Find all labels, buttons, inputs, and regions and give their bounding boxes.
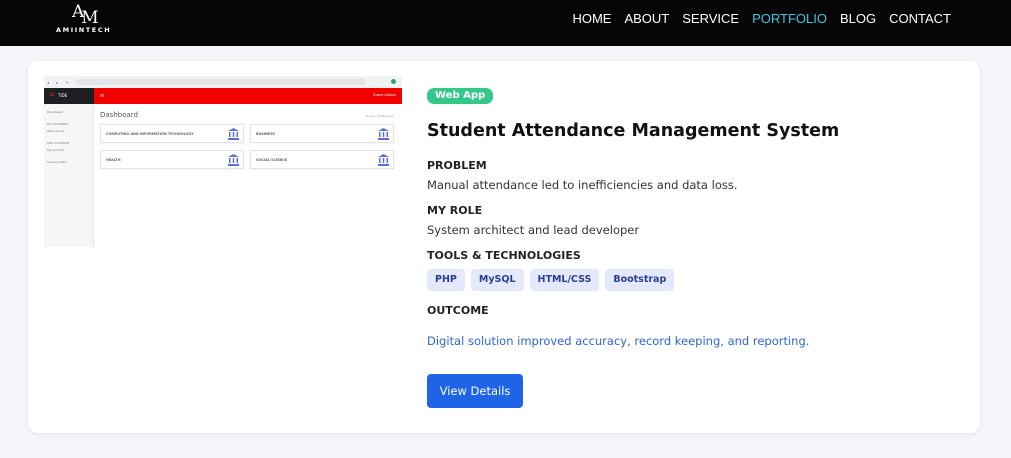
- mini-page-title: Dashboard: [100, 111, 138, 119]
- tools-heading: TOOLS & TECHNOLOGIES: [427, 249, 581, 262]
- mini-tile: COMPUTING AND INFORMATION TECHNOLOGY: [100, 124, 244, 143]
- mini-nav-item: Classes Data: [47, 160, 67, 164]
- logo[interactable]: AM AMIINTECH: [56, 2, 118, 36]
- navbar: AM AMIINTECH HOME ABOUT SERVICE PORTFOLI…: [0, 0, 1011, 46]
- problem-text: Manual attendance led to inefficiencies …: [427, 178, 738, 192]
- role-heading: MY ROLE: [427, 204, 483, 217]
- tech-tags: PHP MySQL HTML/CSS Bootstrap: [427, 269, 675, 291]
- problem-heading: PROBLEM: [427, 159, 487, 172]
- mini-tile-label: COMPUTING AND INFORMATION TECHNOLOGY: [106, 132, 194, 136]
- mini-user: Grace Allison: [373, 93, 396, 97]
- browser-url-bar: [76, 79, 366, 85]
- mini-brand: ⌂ TIDE: [44, 88, 94, 104]
- tech-tag: HTML/CSS: [529, 269, 600, 291]
- bank-icon: [228, 154, 239, 166]
- mini-tile: SOCIAL SCIENCE: [250, 150, 394, 169]
- mini-tile-label: SOCIAL SCIENCE: [256, 158, 288, 162]
- view-details-button[interactable]: View Details: [427, 374, 523, 408]
- mini-breadcrumb: Home / Dashboard: [365, 114, 394, 118]
- outcome-heading: OUTCOME: [427, 304, 489, 317]
- tech-tag: Bootstrap: [605, 269, 675, 291]
- mini-tile: HEALTH: [100, 150, 244, 169]
- mini-nav-item: Dashboard: [47, 110, 64, 114]
- home-icon: ⌂: [50, 90, 55, 98]
- outcome-text: Digital solution improved accuracy, reco…: [427, 334, 810, 348]
- browser-nav-icons: ◂ ▸ ↻: [47, 80, 72, 85]
- nav-about[interactable]: ABOUT: [624, 11, 669, 26]
- nav-contact[interactable]: CONTACT: [889, 11, 951, 26]
- project-screenshot[interactable]: ◂ ▸ ↻ ⌂ TIDE Dashboard MY STUDENTS Atten…: [44, 76, 402, 247]
- main-nav: HOME ABOUT SERVICE PORTFOLIO BLOG CONTAC…: [572, 11, 951, 26]
- mini-nav-item: MY STUDENTS: [47, 122, 69, 126]
- mini-tile: BUSINESS: [250, 124, 394, 143]
- nav-blog[interactable]: BLOG: [840, 11, 876, 26]
- mini-tile-label: BUSINESS: [256, 132, 275, 136]
- logo-text: AMIINTECH: [56, 26, 112, 34]
- logo-mark: AM: [72, 2, 99, 28]
- tech-tag: MySQL: [470, 269, 524, 291]
- bank-icon: [228, 128, 239, 140]
- project-title: Student Attendance Management System: [427, 121, 840, 141]
- mini-topbar: ≡ Grace Allison: [94, 88, 402, 104]
- mini-nav-item: My Account: [47, 148, 65, 152]
- category-badge: Web App: [427, 88, 494, 104]
- role-text: System architect and lead developer: [427, 223, 640, 237]
- nav-service[interactable]: SERVICE: [682, 11, 739, 26]
- tech-tag: PHP: [427, 269, 465, 291]
- bank-icon: [378, 154, 389, 166]
- bank-icon: [378, 128, 389, 140]
- nav-portfolio[interactable]: PORTFOLIO: [752, 11, 827, 26]
- profile-icon: [391, 79, 396, 84]
- mini-sidebar: ⌂ TIDE Dashboard MY STUDENTS Attendance …: [44, 88, 94, 247]
- nav-home[interactable]: HOME: [572, 11, 611, 26]
- project-card: ◂ ▸ ↻ ⌂ TIDE Dashboard MY STUDENTS Atten…: [28, 61, 980, 433]
- menu-icon: ≡: [100, 93, 105, 99]
- mini-tile-label: HEALTH: [106, 158, 121, 162]
- mini-nav-item: ADD ACCOUNT: [47, 141, 70, 145]
- mini-brand-label: TIDE: [58, 93, 68, 98]
- browser-bar: ◂ ▸ ↻: [44, 76, 402, 88]
- mini-nav-item: Attendance: [47, 129, 65, 133]
